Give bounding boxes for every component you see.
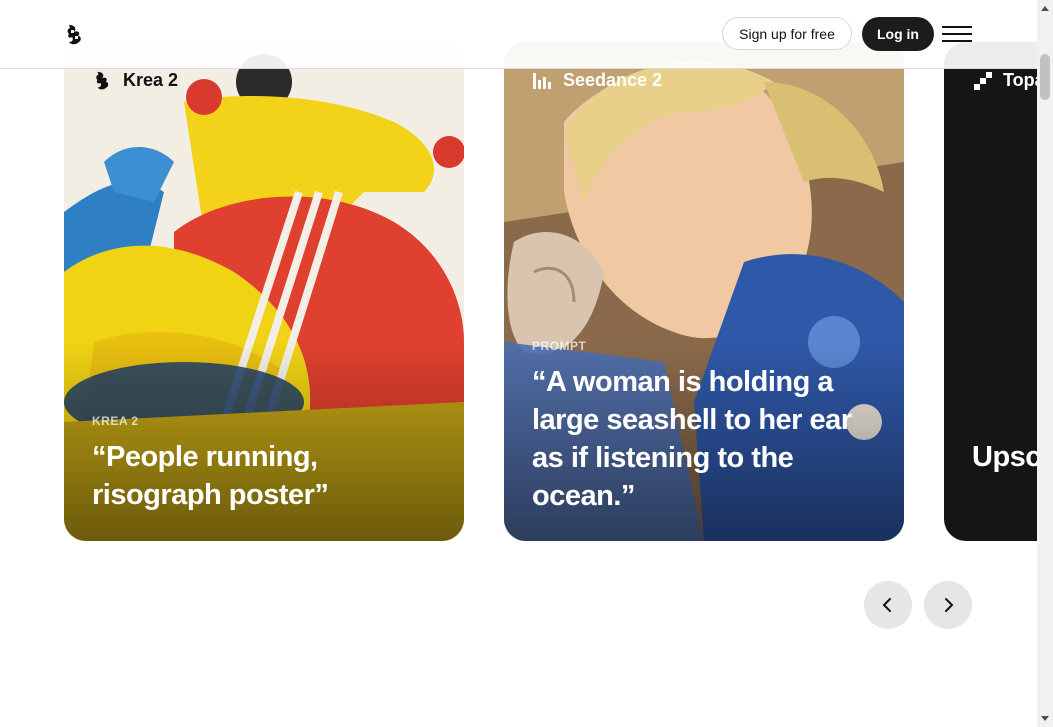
model-badge: Topa <box>972 70 1045 91</box>
card-caption: “A woman is holding a large seashell to … <box>532 366 852 512</box>
chevron-left-icon <box>882 598 891 612</box>
topaz-pixel-icon <box>974 71 992 90</box>
page-scrollbar[interactable] <box>1037 0 1053 727</box>
seedance-bars-icon <box>533 72 551 89</box>
krea-logo-icon <box>96 71 109 89</box>
krea-logo-icon[interactable] <box>66 24 84 46</box>
scroll-down-arrow-icon[interactable] <box>1037 711 1053 727</box>
showcase-card-seedance[interactable]: Seedance 2 PROMPT “A woman is holding a … <box>504 42 904 541</box>
carousel-next-button[interactable] <box>924 581 972 629</box>
card-kicker: KREA 2 <box>92 414 139 428</box>
card-kicker: PROMPT <box>532 339 587 353</box>
site-header: Sign up for free Log in <box>0 0 1037 69</box>
log-in-button[interactable]: Log in <box>862 17 934 51</box>
sign-up-button[interactable]: Sign up for free <box>722 17 852 50</box>
showcase-card-krea[interactable]: Krea 2 KREA 2 “People running, risograph… <box>64 42 464 541</box>
scroll-up-arrow-icon[interactable] <box>1037 0 1053 16</box>
card-caption: “People running, risograph poster” <box>92 441 329 511</box>
model-badge: Seedance 2 <box>532 70 662 91</box>
scrollbar-thumb[interactable] <box>1040 54 1050 100</box>
hamburger-menu-icon[interactable] <box>942 24 972 44</box>
model-name: Seedance 2 <box>563 70 663 90</box>
chevron-right-icon <box>945 598 954 612</box>
carousel-prev-button[interactable] <box>864 581 912 629</box>
model-badge: Krea 2 <box>92 70 178 91</box>
model-name: Krea 2 <box>123 70 179 90</box>
